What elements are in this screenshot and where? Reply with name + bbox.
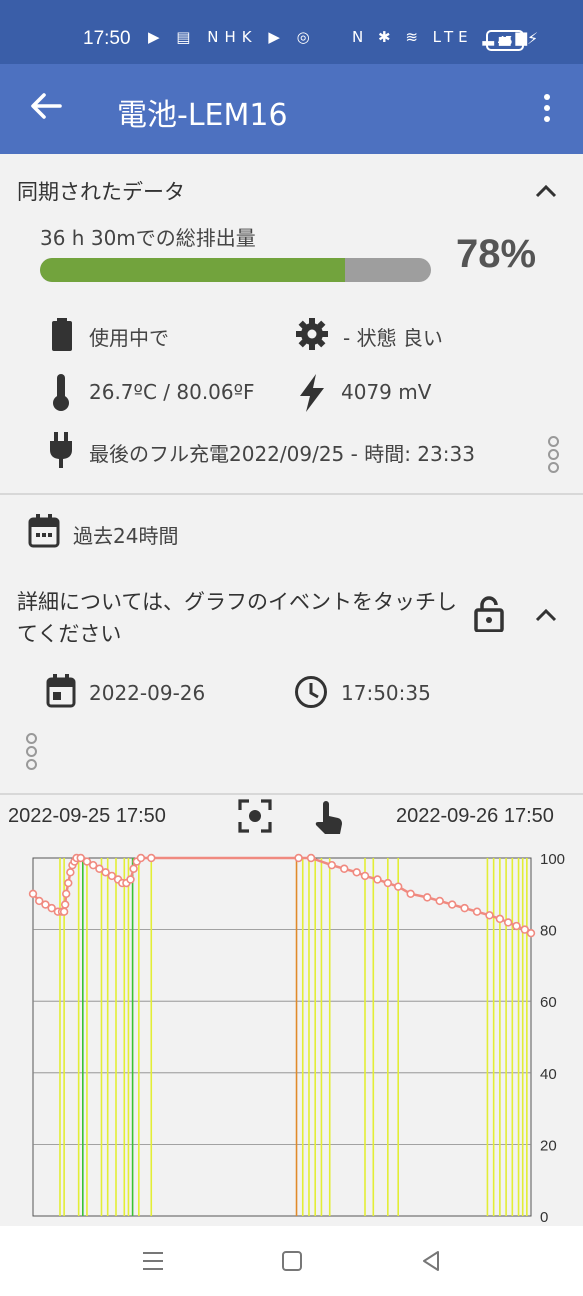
data-point bbox=[352, 868, 361, 877]
more-options-icon[interactable] bbox=[536, 94, 558, 124]
status-bar: 17:50 ▶ ▤ NHK ▶ ◎ N ✱ ≋ LTE ▂▄▆ 45 ⚡ bbox=[0, 0, 583, 64]
y-tick-label: 0 bbox=[540, 1209, 548, 1226]
data-point bbox=[423, 893, 432, 902]
focus-icon[interactable] bbox=[237, 798, 273, 834]
details-title: 詳細については、グラフのイベントをタッチしてください bbox=[17, 590, 457, 646]
calendar-icon bbox=[28, 514, 60, 548]
data-point bbox=[294, 853, 303, 863]
data-point bbox=[447, 900, 457, 909]
data-point bbox=[306, 853, 316, 863]
data-point bbox=[136, 853, 146, 863]
page-title: 電池-LEM16 bbox=[117, 98, 288, 133]
data-point bbox=[485, 911, 494, 920]
data-point bbox=[327, 860, 336, 870]
data-point bbox=[472, 907, 482, 916]
data-point bbox=[512, 921, 521, 931]
data-point bbox=[383, 878, 393, 888]
chevron-up-icon[interactable] bbox=[533, 602, 559, 628]
gear-icon bbox=[296, 318, 328, 350]
period-label[interactable]: 過去24時間 bbox=[73, 520, 178, 549]
data-point bbox=[126, 875, 135, 884]
data-point bbox=[360, 871, 370, 881]
data-point bbox=[60, 900, 70, 909]
data-point bbox=[340, 864, 349, 873]
data-point bbox=[435, 896, 444, 906]
touch-icon[interactable] bbox=[312, 798, 346, 838]
data-point bbox=[28, 889, 38, 898]
thermometer-icon bbox=[53, 374, 69, 411]
discharge-percent: 78% bbox=[456, 232, 537, 276]
detail-date: 2022-09-26 bbox=[89, 681, 206, 705]
status-time: 17:50 bbox=[83, 28, 131, 49]
section-title: 同期されたデータ bbox=[17, 180, 185, 204]
y-tick-label: 20 bbox=[540, 1137, 557, 1154]
data-point bbox=[460, 903, 469, 913]
lightning-icon bbox=[300, 374, 324, 412]
battery-icon: 45 bbox=[486, 30, 524, 51]
health-status: - 状態 良い bbox=[343, 326, 443, 350]
y-tick-label: 40 bbox=[540, 1066, 557, 1083]
more-details-icon[interactable] bbox=[26, 733, 40, 772]
detail-time: 17:50:35 bbox=[341, 681, 431, 705]
temperature-value: 26.7ºC / 80.06ºF bbox=[89, 380, 255, 404]
home-icon[interactable] bbox=[281, 1250, 303, 1272]
recent-apps-icon[interactable] bbox=[141, 1250, 165, 1272]
app-bar: 電池-LEM16 bbox=[0, 64, 583, 154]
data-point bbox=[526, 928, 536, 938]
more-details-icon[interactable] bbox=[548, 436, 562, 475]
data-point bbox=[61, 889, 71, 898]
discharge-progress-bar bbox=[40, 258, 431, 282]
data-point bbox=[503, 918, 513, 927]
battery-chart[interactable]: 2022-09-25 17:50 2022-09-26 17:50 100 80 6… bbox=[0, 796, 583, 1226]
chart-start-date: 2022-09-25 17:50 bbox=[8, 805, 166, 827]
data-point bbox=[66, 868, 75, 877]
voltage-value: 4079 mV bbox=[341, 380, 432, 404]
chevron-up-icon[interactable] bbox=[533, 178, 559, 204]
y-tick-label: 80 bbox=[540, 923, 557, 940]
notification-icons: ▶ ▤ NHK ▶ ◎ bbox=[148, 28, 316, 46]
last-full-charge: 最後のフル充電2022/09/25 - 時間: 23:33 bbox=[89, 442, 475, 466]
data-point bbox=[129, 864, 138, 873]
data-point bbox=[373, 875, 382, 884]
divider bbox=[0, 493, 583, 495]
progress-fill bbox=[40, 258, 345, 282]
chart-plot[interactable]: 100 80 60 40 20 0 bbox=[0, 846, 583, 1226]
back-icon[interactable] bbox=[420, 1249, 442, 1273]
data-point bbox=[394, 882, 403, 891]
battery-icon bbox=[52, 318, 72, 351]
data-point bbox=[64, 878, 73, 888]
charging-icon: ⚡ bbox=[527, 29, 539, 48]
discharge-label: 36 h 30mでの総排出量 bbox=[40, 226, 256, 250]
y-tick-label: 60 bbox=[540, 994, 557, 1011]
back-arrow-icon[interactable] bbox=[26, 86, 66, 126]
data-point bbox=[59, 907, 69, 916]
data-point bbox=[495, 914, 505, 924]
clock-icon bbox=[295, 676, 327, 708]
data-point bbox=[406, 889, 415, 898]
chart-end-date: 2022-09-26 17:50 bbox=[396, 805, 554, 827]
y-tick-label: 100 bbox=[540, 851, 565, 868]
status-in-use: 使用中で bbox=[89, 326, 169, 350]
calendar-day-icon bbox=[46, 674, 76, 708]
lock-open-icon[interactable] bbox=[474, 596, 504, 632]
synced-data-section: 同期されたデータ 36 h 30mでの総排出量 78% 使用中で - 状態 良い… bbox=[0, 154, 583, 494]
plug-icon bbox=[50, 432, 72, 468]
data-point bbox=[147, 853, 156, 863]
divider bbox=[0, 793, 583, 795]
navigation-bar bbox=[0, 1226, 583, 1296]
